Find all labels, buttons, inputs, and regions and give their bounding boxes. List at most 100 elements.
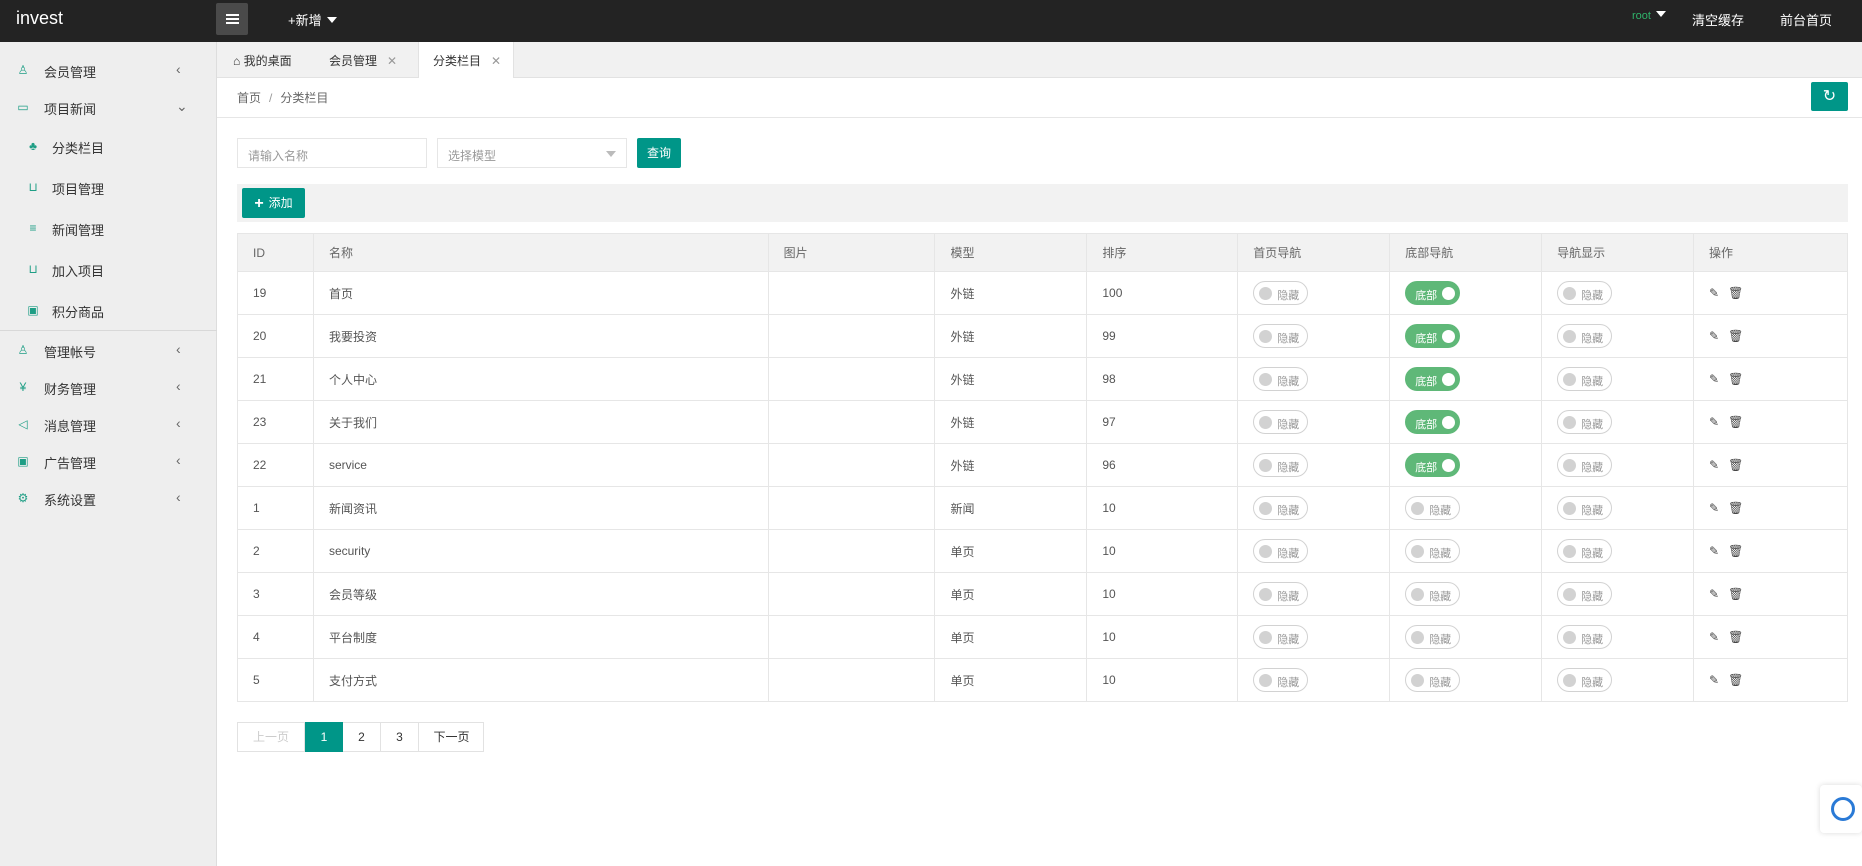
nav-show-switch[interactable]: 隐藏 [1557, 410, 1613, 434]
user-menu[interactable]: root [1632, 10, 1666, 22]
new-dropdown[interactable]: +新增 [288, 10, 337, 29]
edit-icon[interactable]: ✎ [1709, 458, 1719, 472]
edit-icon[interactable]: ✎ [1709, 286, 1719, 300]
sort-cell: 98 [1086, 357, 1239, 401]
switch-text: 隐藏 [1277, 591, 1300, 603]
edit-icon[interactable]: ✎ [1709, 329, 1719, 343]
sidebar-item-messages[interactable]: ◁ 消息管理 ‹ [0, 406, 217, 442]
edit-icon[interactable]: ✎ [1709, 673, 1719, 687]
trash-icon[interactable]: 🗑 [1728, 630, 1743, 644]
edit-icon[interactable]: ✎ [1709, 372, 1719, 386]
close-icon[interactable]: ✕ [387, 54, 397, 68]
sidebar-item-admin-accounts[interactable]: ♙ 管理帐号 ‹ [0, 332, 217, 368]
edit-icon[interactable]: ✎ [1709, 587, 1719, 601]
chevron-left-icon: ‹ [176, 415, 181, 431]
bottom-nav-switch[interactable]: 隐藏 [1405, 496, 1461, 520]
sidebar-item-join-project[interactable]: ⊔ 加入项目 [0, 251, 217, 287]
nav-show-switch[interactable]: 隐藏 [1557, 582, 1613, 606]
trash-icon[interactable]: 🗑 [1728, 501, 1743, 515]
home-nav-switch[interactable]: 隐藏 [1253, 410, 1309, 434]
table-row: 5 支付方式 单页 10 隐藏 隐藏 隐藏 ✎ 🗑 [237, 658, 1848, 702]
close-icon[interactable]: ✕ [491, 54, 501, 68]
bottom-nav-switch[interactable]: 底部 [1405, 453, 1461, 477]
bottom-nav-switch[interactable]: 底部 [1405, 324, 1461, 348]
switch-text: 底部 [1415, 376, 1438, 388]
sidebar-item-settings[interactable]: ⚙ 系统设置 ‹ [0, 480, 217, 516]
trash-icon[interactable]: 🗑 [1728, 587, 1743, 601]
bottom-nav-switch[interactable]: 隐藏 [1405, 668, 1461, 692]
breadcrumb-home[interactable]: 首页 [237, 91, 261, 105]
nav-show-switch[interactable]: 隐藏 [1557, 453, 1613, 477]
sidebar-item-finance[interactable]: ¥ 财务管理 ‹ [0, 369, 217, 405]
name-cell: 新闻资讯 [312, 486, 769, 530]
sidebar-item-categories[interactable]: ♣ 分类栏目 [0, 128, 217, 164]
nav-show-switch[interactable]: 隐藏 [1557, 324, 1613, 348]
trash-icon[interactable]: 🗑 [1728, 458, 1743, 472]
bottom-nav-switch[interactable]: 隐藏 [1405, 625, 1461, 649]
breadcrumb-separator: / [269, 91, 273, 105]
page-button[interactable]: 3 [381, 723, 419, 751]
home-nav-cell: 隐藏 [1237, 357, 1391, 401]
home-nav-switch[interactable]: 隐藏 [1253, 281, 1309, 305]
support-widget[interactable] [1820, 785, 1862, 833]
chevron-left-icon: ‹ [176, 341, 181, 357]
add-button[interactable]: + 添加 [242, 188, 305, 218]
nav-show-switch[interactable]: 隐藏 [1557, 496, 1613, 520]
sort-cell: 96 [1086, 443, 1239, 487]
nav-show-switch[interactable]: 隐藏 [1557, 281, 1613, 305]
bottom-nav-switch[interactable]: 隐藏 [1405, 582, 1461, 606]
switch-knob [1563, 459, 1577, 472]
tab-categories[interactable]: 分类栏目 ✕ [418, 42, 515, 78]
bottom-nav-switch[interactable]: 底部 [1405, 281, 1461, 305]
edit-icon[interactable]: ✎ [1709, 415, 1719, 429]
sidebar-item-points-goods[interactable]: ▣ 积分商品 [0, 292, 217, 328]
home-nav-switch[interactable]: 隐藏 [1253, 625, 1309, 649]
trash-icon[interactable]: 🗑 [1728, 329, 1743, 343]
trash-icon[interactable]: 🗑 [1728, 673, 1743, 687]
sidebar-item-news[interactable]: ≡ 新闻管理 [0, 210, 217, 246]
bottom-nav-switch[interactable]: 底部 [1405, 367, 1461, 391]
page-button[interactable]: 2 [343, 723, 381, 751]
home-nav-switch[interactable]: 隐藏 [1253, 324, 1309, 348]
book-icon: ▭ [17, 100, 29, 114]
bottom-nav-switch[interactable]: 隐藏 [1405, 539, 1461, 563]
id-cell: 23 [237, 400, 314, 444]
home-nav-switch[interactable]: 隐藏 [1253, 453, 1309, 477]
sidebar-item-projects[interactable]: ⊔ 项目管理 [0, 169, 217, 205]
bottom-nav-switch[interactable]: 底部 [1405, 410, 1461, 434]
trash-icon[interactable]: 🗑 [1728, 372, 1743, 386]
switch-knob [1563, 330, 1577, 343]
edit-icon[interactable]: ✎ [1709, 501, 1719, 515]
clear-cache-link[interactable]: 清空缓存 [1692, 10, 1744, 29]
sidebar-item-project-news[interactable]: ▭ 项目新闻 ⌄ [0, 89, 217, 125]
edit-icon[interactable]: ✎ [1709, 630, 1719, 644]
frontend-home-link[interactable]: 前台首页 [1780, 10, 1832, 29]
nav-show-switch[interactable]: 隐藏 [1557, 625, 1613, 649]
sidebar-item-members[interactable]: ♙ 会员管理 ‹ [0, 52, 217, 88]
trash-icon[interactable]: 🗑 [1728, 415, 1743, 429]
nav-show-switch[interactable]: 隐藏 [1557, 668, 1613, 692]
search-button[interactable]: 查询 [637, 138, 681, 168]
trash-icon[interactable]: 🗑 [1728, 544, 1743, 558]
nav-show-cell: 隐藏 [1541, 572, 1695, 616]
prev-page-button[interactable]: 上一页 [238, 723, 305, 751]
tab-desktop[interactable]: ⌂ 我的桌面 [233, 42, 292, 78]
tab-members[interactable]: 会员管理 ✕ [329, 42, 397, 78]
home-nav-switch[interactable]: 隐藏 [1253, 367, 1309, 391]
model-select[interactable]: 选择模型 [437, 138, 627, 168]
edit-icon[interactable]: ✎ [1709, 544, 1719, 558]
page-button-current[interactable]: 1 [305, 722, 343, 752]
home-nav-switch[interactable]: 隐藏 [1253, 496, 1309, 520]
menu-toggle-button[interactable] [216, 3, 248, 35]
refresh-button[interactable]: ↻ [1811, 82, 1848, 111]
trash-icon[interactable]: 🗑 [1728, 286, 1743, 300]
home-nav-switch[interactable]: 隐藏 [1253, 668, 1309, 692]
nav-show-switch[interactable]: 隐藏 [1557, 367, 1613, 391]
sidebar-item-ads[interactable]: ▣ 广告管理 ‹ [0, 443, 217, 479]
table-row: 19 首页 外链 100 隐藏 底部 隐藏 ✎ 🗑 [237, 271, 1848, 315]
nav-show-switch[interactable]: 隐藏 [1557, 539, 1613, 563]
name-search-input[interactable]: 请输入名称 [237, 138, 427, 168]
home-nav-switch[interactable]: 隐藏 [1253, 539, 1309, 563]
next-page-button[interactable]: 下一页 [419, 723, 484, 751]
home-nav-switch[interactable]: 隐藏 [1253, 582, 1309, 606]
